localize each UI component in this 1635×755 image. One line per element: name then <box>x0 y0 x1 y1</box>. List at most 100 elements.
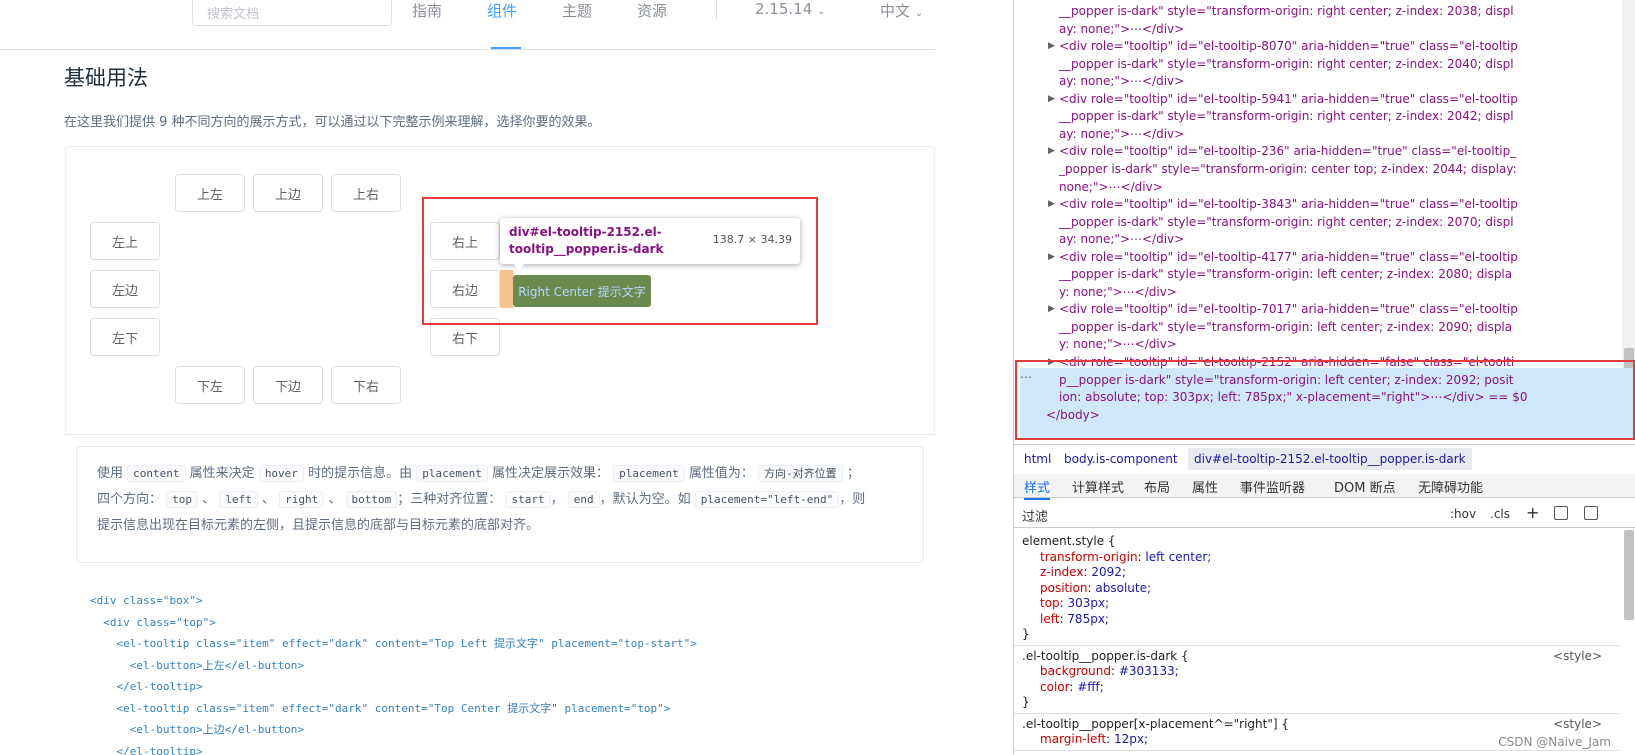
css-property-name[interactable]: position <box>1040 581 1088 595</box>
demo-divider <box>65 434 935 435</box>
expand-caret-icon[interactable]: ▶ <box>1048 252 1055 262</box>
dom-node-line[interactable]: <div role="tooltip" id="el-tooltip-4177"… <box>1059 248 1518 266</box>
nav-resource[interactable]: 资源 <box>637 0 667 21</box>
add-rule-icon[interactable]: + <box>1526 503 1539 522</box>
tab-properties[interactable]: 属性 <box>1192 477 1218 496</box>
dom-node-line[interactable]: ay: none;">⋯</div> <box>1059 230 1184 248</box>
filter-bar: 过滤 :hov .cls + <box>1014 500 1635 528</box>
search-input[interactable]: 搜索文档 <box>192 0 392 26</box>
tab-event-listeners[interactable]: 事件监听器 <box>1240 477 1305 496</box>
dom-node-line[interactable]: <div role="tooltip" id="el-tooltip-236" … <box>1059 142 1516 160</box>
styles-scroll-thumb[interactable] <box>1624 530 1634 620</box>
button-bottom-right[interactable]: 下右 <box>331 366 401 404</box>
dom-node-line[interactable]: <div role="tooltip" id="el-tooltip-3843"… <box>1059 195 1518 213</box>
dom-node-line[interactable]: _popper is-dark" style="transform-origin… <box>1059 160 1517 178</box>
dom-node-line[interactable]: y: none;">⋯</div> <box>1059 335 1177 353</box>
hover-state-toggle[interactable]: :hov <box>1450 507 1476 521</box>
css-declaration[interactable]: top: 303px; <box>1040 596 1109 612</box>
nav-component[interactable]: 组件 <box>487 0 517 21</box>
dom-node-line[interactable]: __popper is-dark" style="transform-origi… <box>1059 107 1514 125</box>
tab-layout[interactable]: 布局 <box>1144 477 1170 496</box>
dom-node-line[interactable]: ay: none;">⋯</div> <box>1059 72 1184 90</box>
css-declaration[interactable]: left: 785px; <box>1040 612 1109 628</box>
nav-theme[interactable]: 主题 <box>562 0 592 21</box>
button-left[interactable]: 左边 <box>90 270 160 308</box>
language-select[interactable]: 中文 ⌄ <box>880 0 923 21</box>
dom-node-line[interactable]: <div role="tooltip" id="el-tooltip-7017"… <box>1059 300 1518 318</box>
css-rule-source[interactable]: <style> <box>1553 649 1602 663</box>
class-toggle[interactable]: .cls <box>1490 507 1510 521</box>
css-property-name[interactable]: left <box>1040 612 1059 626</box>
expand-caret-icon[interactable]: ▶ <box>1048 199 1055 209</box>
button-top[interactable]: 上边 <box>253 174 323 212</box>
dom-node-line[interactable]: y: none;">⋯</div> <box>1059 283 1177 301</box>
button-bottom[interactable]: 下边 <box>253 366 323 404</box>
css-property-name[interactable]: top <box>1040 596 1060 610</box>
breadcrumb-body[interactable]: body.is-component <box>1064 448 1178 470</box>
dom-node-line[interactable]: __popper is-dark" style="transform-origi… <box>1059 55 1514 73</box>
filter-input[interactable]: 过滤 <box>1022 506 1422 525</box>
section-title: 基础用法 <box>64 66 148 90</box>
css-declaration[interactable]: color: #fff; <box>1040 680 1104 696</box>
dom-node-line[interactable]: <div role="tooltip" id="el-tooltip-8070"… <box>1059 37 1518 55</box>
version-select[interactable]: 2.15.14 ⌄ <box>755 0 825 18</box>
dom-node-line[interactable]: ay: none;">⋯</div> <box>1059 125 1184 143</box>
css-rule-selector[interactable]: .el-tooltip__popper[x-placement^="right"… <box>1022 717 1289 733</box>
css-property-value[interactable]: #303133; <box>1119 664 1179 678</box>
css-property-value[interactable]: 303px; <box>1068 596 1110 610</box>
dom-node-line[interactable]: none;">⋯</div> <box>1059 178 1163 196</box>
css-property-value[interactable]: 2092; <box>1091 565 1126 579</box>
code-line: <el-tooltip class="item" effect="dark" c… <box>90 637 697 650</box>
sidebar-toggle-icon[interactable] <box>1584 506 1598 520</box>
breadcrumb-divider <box>1014 444 1635 445</box>
tab-dom-breakpoints[interactable]: DOM 断点 <box>1334 477 1396 496</box>
css-declaration[interactable]: margin-left: 12px; <box>1040 732 1148 748</box>
css-property-name[interactable]: background <box>1040 664 1111 678</box>
css-rule-selector[interactable]: element.style { <box>1022 534 1116 550</box>
breadcrumb-selected[interactable]: div#el-tooltip-2152.el-tooltip__popper.i… <box>1188 448 1472 470</box>
expand-caret-icon[interactable]: ▶ <box>1048 41 1055 51</box>
dom-node-line[interactable]: ay: none;">⋯</div> <box>1059 20 1184 38</box>
css-property-value[interactable]: 785px; <box>1067 612 1109 626</box>
css-property-value[interactable]: 12px; <box>1114 732 1148 746</box>
code-line: <el-button>上左</el-button> <box>90 658 305 672</box>
section-description: 在这里我们提供 9 种不同方向的展示方式，可以通过以下完整示例来理解，选择你要的… <box>64 115 601 130</box>
css-property-name[interactable]: z-index <box>1040 565 1083 579</box>
expand-caret-icon[interactable]: ▶ <box>1048 94 1055 104</box>
expand-caret-icon[interactable]: ▶ <box>1048 146 1055 156</box>
css-declaration[interactable]: transform-origin: left center; <box>1040 550 1211 566</box>
dom-node-line[interactable]: __popper is-dark" style="transform-origi… <box>1059 2 1514 20</box>
button-left-bottom[interactable]: 左下 <box>90 318 160 356</box>
dom-node-line[interactable]: __popper is-dark" style="transform-origi… <box>1059 265 1512 283</box>
css-rule-divider <box>1014 749 1620 751</box>
css-declaration[interactable]: background: #303133; <box>1040 664 1179 680</box>
css-rule-source[interactable]: <style> <box>1553 717 1602 731</box>
css-declaration[interactable]: z-index: 2092; <box>1040 565 1126 581</box>
button-left-top[interactable]: 左上 <box>90 222 160 260</box>
css-property-name[interactable]: margin-left <box>1040 732 1106 746</box>
tab-computed[interactable]: 计算样式 <box>1072 477 1124 496</box>
tab-styles[interactable]: 样式 <box>1024 477 1051 500</box>
css-rule-divider <box>1014 644 1620 646</box>
dom-node-line[interactable]: __popper is-dark" style="transform-origi… <box>1059 318 1512 336</box>
dom-node-line[interactable]: <div role="tooltip" id="el-tooltip-5941"… <box>1059 90 1518 108</box>
nav-guide[interactable]: 指南 <box>412 0 442 21</box>
annotation-box-demo <box>422 197 818 325</box>
tab-accessibility[interactable]: 无障碍功能 <box>1418 477 1483 496</box>
button-bottom-left[interactable]: 下左 <box>175 366 245 404</box>
css-property-value[interactable]: left center; <box>1145 550 1211 564</box>
css-property-name[interactable]: transform-origin <box>1040 550 1138 564</box>
paint-icon[interactable] <box>1554 506 1568 520</box>
css-property-value[interactable]: absolute; <box>1095 581 1151 595</box>
css-declaration[interactable]: position: absolute; <box>1040 581 1151 597</box>
css-property-name[interactable]: color <box>1040 680 1069 694</box>
expand-caret-icon[interactable]: ▶ <box>1048 304 1055 314</box>
css-rule-close: } <box>1022 627 1030 641</box>
css-rule-selector[interactable]: .el-tooltip__popper.is-dark { <box>1022 649 1189 665</box>
css-property-value[interactable]: #fff; <box>1077 680 1104 694</box>
button-top-left[interactable]: 上左 <box>175 174 245 212</box>
code-line: <el-button>上边</el-button> <box>90 723 305 736</box>
button-top-right[interactable]: 上右 <box>331 174 401 212</box>
breadcrumb-html[interactable]: html <box>1024 448 1051 470</box>
dom-node-line[interactable]: __popper is-dark" style="transform-origi… <box>1059 213 1514 231</box>
